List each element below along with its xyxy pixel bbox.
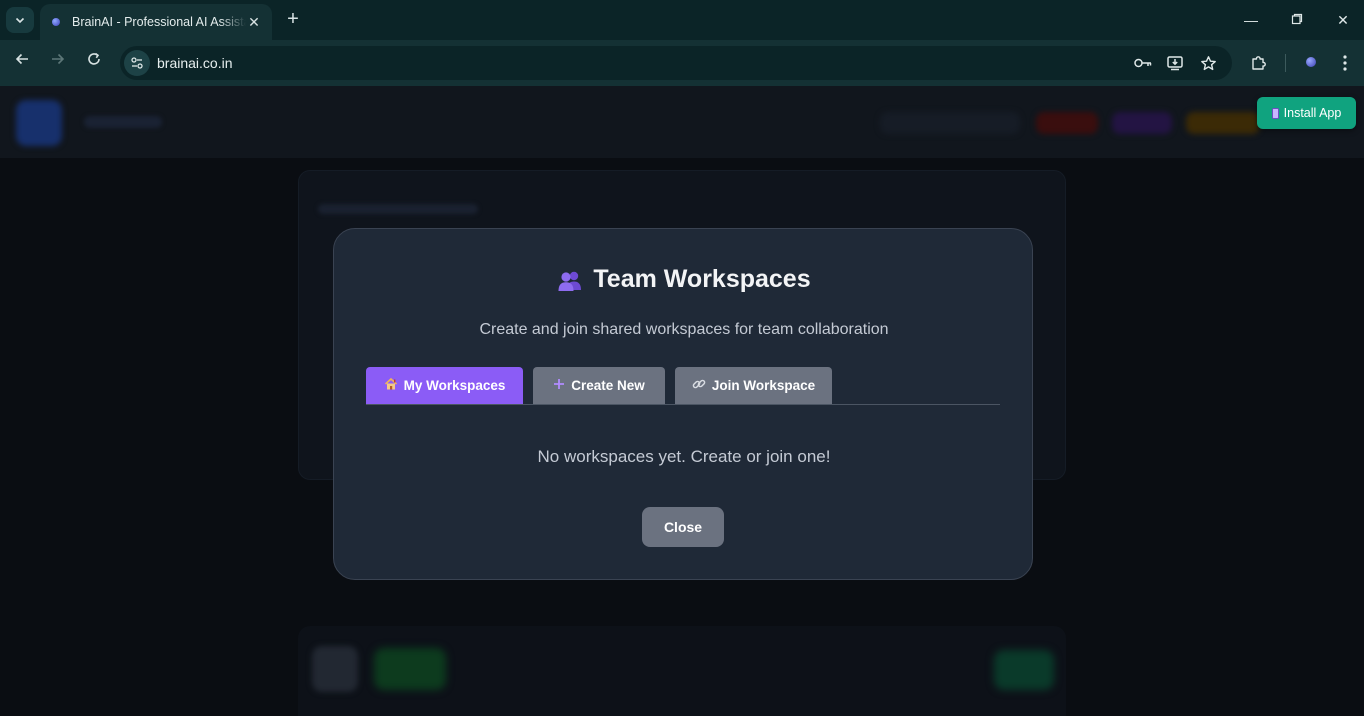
reload-icon[interactable]	[82, 51, 106, 75]
install-app-label: Install App	[1283, 106, 1342, 120]
close-tab-icon[interactable]: ✕	[246, 14, 262, 31]
app-nav-item	[1186, 112, 1260, 134]
tab-create-new-label: Create New	[571, 378, 645, 393]
phone-icon	[1271, 107, 1279, 119]
tab-join-workspace[interactable]: Join Workspace	[675, 367, 832, 404]
browser-tab-strip: BrainAI - Professional AI Assistant ✕ + …	[0, 0, 1364, 40]
browser-tab[interactable]: BrainAI - Professional AI Assistant ✕	[40, 4, 272, 40]
tab-my-workspaces-label: My Workspaces	[403, 378, 506, 393]
restore-icon[interactable]	[1282, 8, 1312, 32]
forward-icon[interactable]	[46, 51, 70, 75]
modal-title: Team Workspaces	[334, 265, 1034, 294]
new-tab-button[interactable]: +	[282, 8, 304, 30]
address-bar[interactable]: brainai.co.in	[120, 46, 1232, 80]
modal-title-text: Team Workspaces	[593, 265, 811, 293]
app-nav-item	[880, 112, 1020, 134]
team-workspaces-modal: Team Workspaces Create and join shared w…	[333, 228, 1033, 580]
toolbar-divider	[1285, 54, 1286, 72]
bookmark-star-icon[interactable]	[1198, 53, 1218, 73]
workspace-tabs: My Workspaces Create New Join Workspace	[366, 367, 1000, 405]
modal-subtitle: Create and join shared workspaces for te…	[479, 321, 889, 338]
app-logo	[16, 100, 62, 146]
app-nav-item	[1112, 112, 1172, 134]
browser-toolbar: brainai.co.in	[0, 40, 1364, 86]
browser-menu-icon[interactable]	[1333, 51, 1357, 75]
tab-join-workspace-label: Join Workspace	[711, 378, 816, 393]
url-text: brainai.co.in	[157, 55, 233, 71]
profile-avatar-icon[interactable]	[1306, 57, 1316, 67]
app-brand	[84, 116, 162, 128]
site-favicon-icon	[52, 18, 60, 26]
tab-create-new[interactable]: Create New	[533, 367, 665, 404]
password-key-icon[interactable]	[1133, 53, 1153, 73]
close-window-icon[interactable]: ✕	[1328, 8, 1358, 32]
users-icon	[557, 269, 583, 291]
app-nav-item	[1036, 112, 1098, 134]
browser-tab-title: BrainAI - Professional AI Assistant	[72, 15, 246, 29]
input-bar-button	[374, 648, 446, 690]
minimize-icon[interactable]: —	[1236, 8, 1266, 32]
link-icon	[692, 377, 706, 394]
tab-my-workspaces[interactable]: My Workspaces	[366, 367, 523, 404]
empty-state-message: No workspaces yet. Create or join one!	[537, 447, 831, 466]
plus-icon	[553, 378, 565, 393]
main-panel-heading	[318, 204, 478, 214]
site-info-icon[interactable]	[124, 50, 150, 76]
back-icon[interactable]	[10, 51, 34, 75]
chevron-down-icon	[15, 17, 25, 24]
house-icon	[384, 377, 398, 394]
input-bar-button	[312, 646, 358, 692]
install-app-button[interactable]: Install App	[1257, 97, 1356, 129]
tab-search-button[interactable]	[6, 7, 34, 33]
extensions-puzzle-icon[interactable]	[1247, 51, 1271, 75]
install-app-icon[interactable]	[1165, 53, 1185, 73]
close-button[interactable]: Close	[642, 507, 724, 547]
send-button	[994, 650, 1054, 690]
